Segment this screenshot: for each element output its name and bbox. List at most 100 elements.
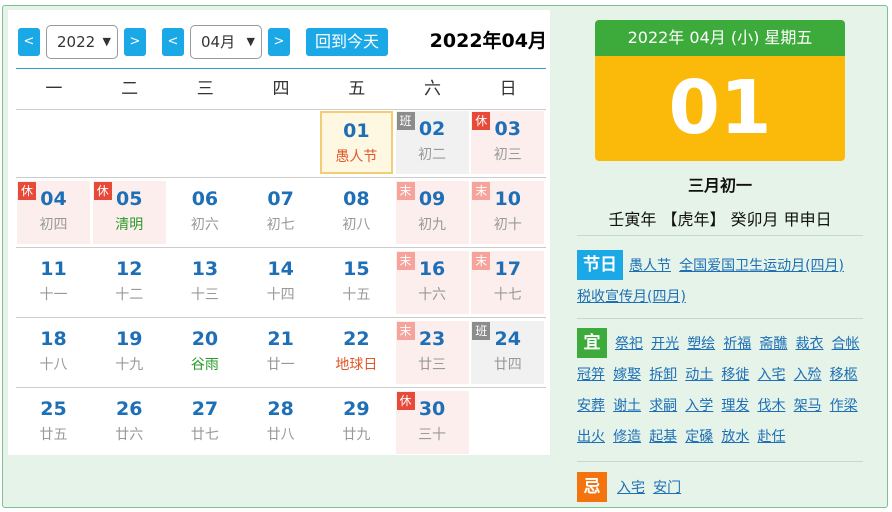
day-number: 13 [191,258,219,280]
lunar-label: 廿八 [266,427,295,443]
yi-activity-link[interactable]: 入殓 [794,367,822,383]
today-button[interactable]: 回到今天 [306,28,388,56]
calendar-day-cell[interactable]: 26 廿六 [93,391,166,454]
prev-month-button[interactable]: < [162,28,184,56]
calendar-day-cell[interactable]: 休 04 初四 [17,181,90,244]
month-select[interactable]: 04月 ▼ [190,25,262,59]
yi-activity-link[interactable]: 动土 [685,367,713,383]
yi-activity-link[interactable]: 修造 [613,429,641,445]
calendar-day-cell[interactable]: 休 03 初三 [471,111,545,174]
day-number: 26 [115,398,143,420]
calendar-day-cell[interactable]: 18 十八 [17,321,90,384]
ji-activity-link[interactable]: 安门 [653,480,681,496]
calendar-day-cell[interactable]: 末 10 初十 [471,181,545,244]
yi-activity-link[interactable]: 冠笄 [577,367,605,383]
yi-activity-link[interactable]: 谢土 [613,398,641,414]
day-number: 15 [343,258,370,280]
yi-activity-link[interactable]: 入宅 [757,367,785,383]
calendar-day-cell[interactable]: 22 地球日 [320,321,393,384]
holiday-link[interactable]: 愚人节 [629,258,671,274]
calendar-day-cell[interactable]: 12 十二 [93,251,166,314]
yi-activity-link[interactable]: 架马 [794,398,822,414]
calendar-day-cell[interactable]: 28 廿八 [244,391,317,454]
day-status-badge: 末 [396,182,415,200]
yi-activity-link[interactable]: 作梁 [830,398,858,414]
calendar-day-cell[interactable]: 休 30 三十 [395,391,469,454]
yi-activity-link[interactable]: 嫁娶 [613,367,641,383]
weekday-label: 四 [272,79,290,99]
calendar-day-cell[interactable]: 27 廿七 [168,391,241,454]
day-number: 20 [191,328,219,350]
lunar-label: 十八 [39,357,68,373]
weekday-label: 六 [423,79,441,99]
yi-activity-link[interactable]: 放水 [721,429,749,445]
calendar-day-cell[interactable]: 08 初八 [320,181,393,244]
calendar-day-cell[interactable]: 末 17 十七 [471,251,545,314]
lunar-label: 谷雨 [190,357,219,373]
yi-activity-link[interactable]: 合帐 [832,336,860,352]
year-select[interactable]: 2022 ▼ [46,25,118,59]
yi-activity-link[interactable]: 伐木 [757,398,785,414]
calendar-day-cell[interactable]: 06 初六 [168,181,241,244]
yi-activity-link[interactable]: 斋醮 [759,336,787,352]
chevron-down-icon: ▼ [102,35,111,48]
yi-activity-link[interactable]: 塑绘 [687,336,715,352]
calendar-day-cell[interactable]: 01 愚人节 [319,111,393,174]
calendar-day-cell[interactable]: 29 廿九 [320,391,393,454]
calendar-day-cell[interactable]: 15 十五 [320,251,393,314]
next-month-button[interactable]: > [268,28,290,56]
yi-activity-link[interactable]: 求嗣 [649,398,677,414]
yi-activity-link[interactable]: 开光 [651,336,679,352]
weekday-label: 五 [348,79,366,99]
yi-activity-link[interactable]: 定磉 [685,429,713,445]
lunar-label: 廿一 [266,357,295,373]
calendar-day-cell[interactable]: 11 十一 [17,251,90,314]
ganzhi-date: 壬寅年 【虎年】 癸卯月 甲申日 [608,210,832,229]
day-status-badge: 休 [93,182,112,200]
yi-activity-link[interactable]: 祭祀 [615,336,643,352]
yi-activity-link[interactable]: 祈福 [723,336,751,352]
calendar-day-cell[interactable]: 13 十三 [168,251,241,314]
holiday-link[interactable]: 全国爱国卫生运动月(四月) [679,258,844,274]
day-status-badge: 休 [472,112,491,130]
holiday-link[interactable]: 税收宣传月(四月) [577,289,686,305]
yi-activity-link[interactable]: 移柩 [830,367,858,383]
yi-activity-link[interactable]: 入学 [685,398,713,414]
yi-activity-link[interactable]: 拆卸 [649,367,677,383]
calendar-day-cell[interactable]: 班 24 廿四 [471,321,545,384]
yi-tag: 宜 [577,328,607,358]
prev-year-button[interactable]: < [18,28,40,56]
lunar-label: 十四 [266,287,295,303]
lunar-label: 廿五 [39,427,68,443]
calendar-day-cell[interactable]: 21 廿一 [244,321,317,384]
lunar-label: 十六 [418,287,447,303]
yi-activity-link[interactable]: 裁衣 [795,336,823,352]
calendar-day-cell[interactable]: 07 初七 [244,181,317,244]
calendar-day-cell[interactable]: 20 谷雨 [168,321,241,384]
calendar-day-cell[interactable]: 末 23 廿三 [395,321,469,384]
yi-activity-link[interactable]: 赴任 [757,429,785,445]
calendar-day-cell[interactable]: 14 十四 [244,251,317,314]
yi-activity-link[interactable]: 理发 [721,398,749,414]
calendar-panel: < 2022 ▼ > < 04月 ▼ > 回到今天 2022年04月 一 二 三… [8,10,550,455]
calendar-day-cell[interactable]: 末 16 十六 [395,251,469,314]
day-number: 22 [343,328,370,350]
lunar-label: 廿四 [493,357,522,373]
lunar-label: 十九 [115,357,144,373]
weekday-label: 日 [499,79,517,99]
calendar-day-cell[interactable]: 25 廿五 [17,391,90,454]
yi-activity-link[interactable]: 起基 [649,429,677,445]
calendar-day-cell[interactable]: 班 02 初二 [395,111,469,174]
calendar-day-cell[interactable]: 19 十九 [93,321,166,384]
lunar-label: 十一 [39,287,68,303]
ji-activity-link[interactable]: 入宅 [617,480,645,496]
lunar-label: 十七 [493,287,522,303]
lunar-label: 初六 [190,217,219,233]
calendar-day-cell[interactable]: 末 09 初九 [395,181,469,244]
calendar-day-cell[interactable]: 休 05 清明 [92,181,166,244]
yi-activity-link[interactable]: 出火 [577,429,605,445]
day-number: 27 [191,398,219,420]
yi-activity-link[interactable]: 移徙 [721,367,749,383]
yi-activity-link[interactable]: 安葬 [577,398,605,414]
next-year-button[interactable]: > [124,28,146,56]
